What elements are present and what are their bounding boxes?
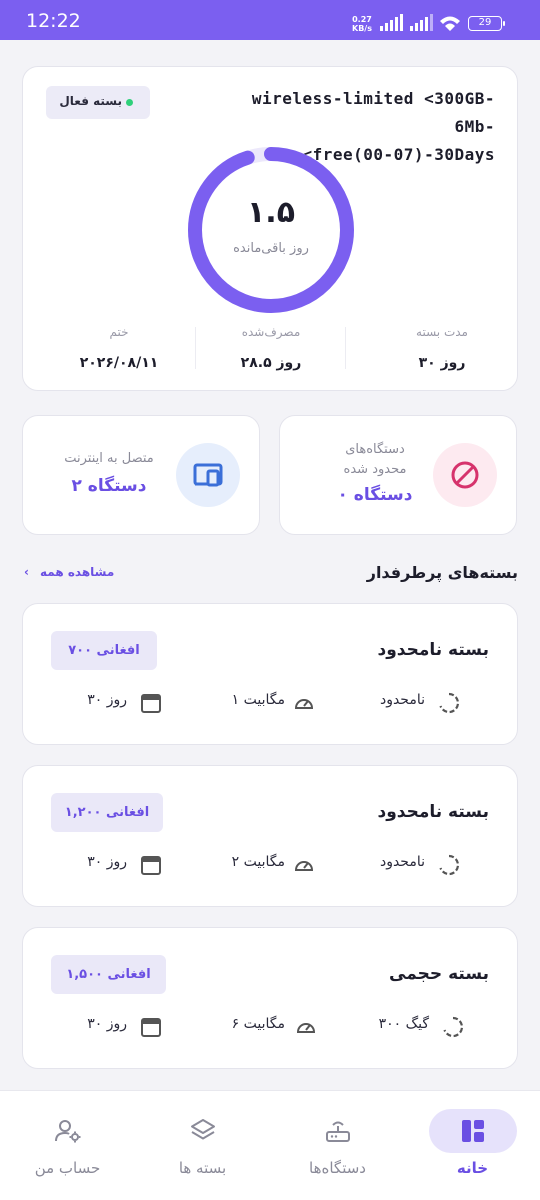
package-speed: ۲ مگابیت <box>231 854 285 870</box>
package-card[interactable]: بسته حجمی ۱,۵۰۰ افغانی ۳۰۰ گیگ ۶ مگابیت … <box>22 927 518 1069</box>
bottom-navigation: خانه دستگاه‌ها بسته ها <box>0 1090 540 1200</box>
block-icon <box>433 443 497 507</box>
package-name: بسته نامحدود <box>377 802 489 822</box>
package-volume: نامحدود <box>379 854 425 870</box>
devices-icon <box>176 443 240 507</box>
stat-used: مصرف‌شده ۲۸.۵ روز <box>240 325 302 371</box>
status-bar: 12:22 0.27 KB/s 29 <box>0 0 540 40</box>
network-speed: 0.27 KB/s <box>352 15 372 33</box>
package-duration: ۳۰ روز <box>87 692 127 708</box>
connected-devices-count: ۲ دستگاه <box>71 476 147 496</box>
package-volume: ۳۰۰ گیگ <box>378 1016 429 1032</box>
package-name: بسته حجمی <box>389 964 489 984</box>
calendar-icon <box>141 1018 161 1037</box>
data-volume-icon <box>443 1016 464 1038</box>
package-name: بسته نامحدود <box>377 640 489 660</box>
see-all-link[interactable]: ‹ مشاهده همه <box>24 565 114 579</box>
stat-duration: مدت بسته ۳۰ روز <box>416 325 468 371</box>
package-duration: ۳۰ روز <box>87 1016 127 1032</box>
package-volume: نامحدود <box>379 692 425 708</box>
chevron-left-icon: ‹ <box>24 565 29 579</box>
stat-expiry: ختم ۲۰۲۶/۰۸/۱۱ <box>79 325 159 371</box>
package-price[interactable]: ۱,۵۰۰ افغانی <box>51 955 166 994</box>
connected-devices-card[interactable]: متصل به اینترنت ۲ دستگاه <box>22 415 260 535</box>
section-title: بسته‌های پرطرفدار <box>366 563 518 582</box>
layers-icon <box>191 1119 215 1140</box>
remaining-value: ۱.۵ <box>246 195 296 230</box>
battery-indicator: 29 <box>468 16 505 31</box>
signal-wifi-icons <box>380 14 460 31</box>
data-volume-icon <box>439 854 460 876</box>
nav-packages[interactable]: بسته ها <box>135 1091 270 1200</box>
router-icon <box>326 1121 350 1142</box>
clock: 12:22 <box>26 10 81 32</box>
user-settings-icon <box>55 1120 81 1143</box>
package-price[interactable]: ۷۰۰ افغانی <box>51 631 157 670</box>
dashboard-icon <box>462 1120 484 1142</box>
blocked-devices-count: ۰ دستگاه <box>337 485 413 505</box>
nav-home[interactable]: خانه <box>405 1091 540 1200</box>
divider <box>195 327 196 369</box>
package-duration: ۳۰ روز <box>87 854 127 870</box>
speed-gauge-icon <box>296 1023 316 1033</box>
connected-devices-title: متصل به اینترنت <box>64 451 154 466</box>
active-dot-icon <box>126 99 133 106</box>
package-speed: ۶ مگابیت <box>231 1016 285 1032</box>
speed-gauge-icon <box>294 699 314 709</box>
package-speed: ۱ مگابیت <box>231 692 285 708</box>
data-volume-icon <box>439 692 460 714</box>
blocked-devices-card[interactable]: دستگاه‌های محدود شده ۰ دستگاه <box>279 415 517 535</box>
package-card[interactable]: بسته نامحدود ۱,۲۰۰ افغانی نامحدود ۲ مگاب… <box>22 765 518 907</box>
nav-devices[interactable]: دستگاه‌ها <box>270 1091 405 1200</box>
blocked-devices-title: دستگاه‌های محدود شده <box>343 442 407 477</box>
package-price[interactable]: ۱,۲۰۰ افغانی <box>51 793 163 832</box>
remaining-days-ring <box>188 147 354 313</box>
active-plan-card: بسته فعال wireless-limited <300GB-6Mb- <… <box>22 66 518 391</box>
calendar-icon <box>141 856 161 875</box>
remaining-label: روز باقی‌مانده <box>233 241 309 256</box>
nav-account[interactable]: حساب من <box>0 1091 135 1200</box>
speed-gauge-icon <box>294 861 314 871</box>
calendar-icon <box>141 694 161 713</box>
status-badge: بسته فعال <box>46 86 150 119</box>
package-card[interactable]: بسته نامحدود ۷۰۰ افغانی نامحدود ۱ مگابیت… <box>22 603 518 745</box>
